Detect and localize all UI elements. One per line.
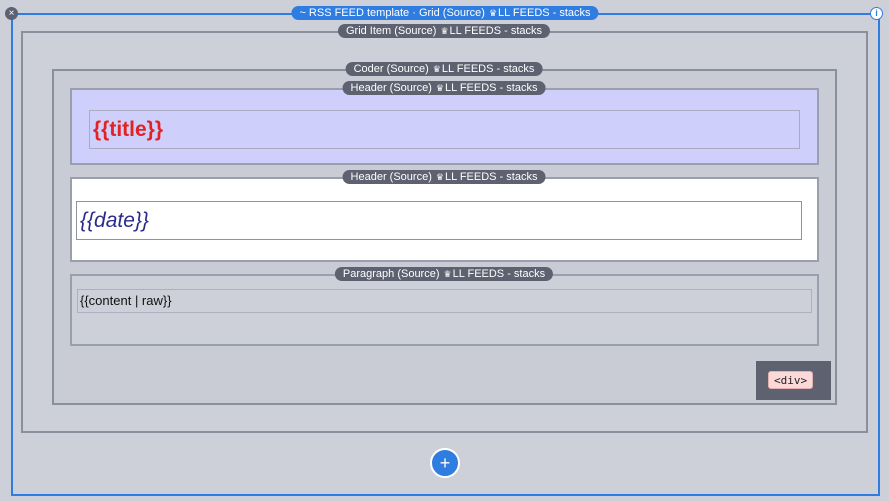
crown-icon: ♛: [432, 64, 441, 74]
crown-icon: ♛: [435, 172, 444, 182]
paragraph-text-field[interactable]: {{content | raw}}: [77, 289, 812, 313]
header-date-label[interactable]: Header (Source) ♛LL FEEDS - stacks: [342, 170, 546, 184]
crown-icon: ♛: [435, 83, 444, 93]
crown-icon: ♛: [440, 26, 449, 36]
header-title-label[interactable]: Header (Source) ♛LL FEEDS - stacks: [342, 81, 546, 95]
outer-grid-label[interactable]: ~ RSS FEED template · Grid (Source) ♛LL F…: [291, 6, 599, 20]
coder-label[interactable]: Coder (Source) ♛LL FEEDS - stacks: [345, 62, 543, 76]
crown-icon: ♛: [488, 8, 498, 18]
date-text: {{date}}: [80, 209, 149, 232]
div-tag-badge[interactable]: <div>: [756, 361, 831, 400]
close-icon[interactable]: ×: [5, 7, 18, 20]
crown-icon: ♛: [443, 269, 452, 279]
info-icon[interactable]: i: [870, 7, 883, 20]
div-tag-label: <div>: [768, 371, 814, 389]
date-text-field[interactable]: {{date}}: [76, 201, 802, 240]
plus-icon: +: [439, 453, 451, 473]
title-text: {{title}}: [93, 118, 164, 141]
title-text-field[interactable]: {{title}}: [89, 110, 800, 149]
paragraph-text: {{content | raw}}: [80, 293, 172, 308]
add-button[interactable]: +: [430, 448, 460, 478]
paragraph-label[interactable]: Paragraph (Source) ♛LL FEEDS - stacks: [334, 267, 554, 281]
grid-item-label[interactable]: Grid Item (Source) ♛LL FEEDS - stacks: [337, 24, 551, 38]
